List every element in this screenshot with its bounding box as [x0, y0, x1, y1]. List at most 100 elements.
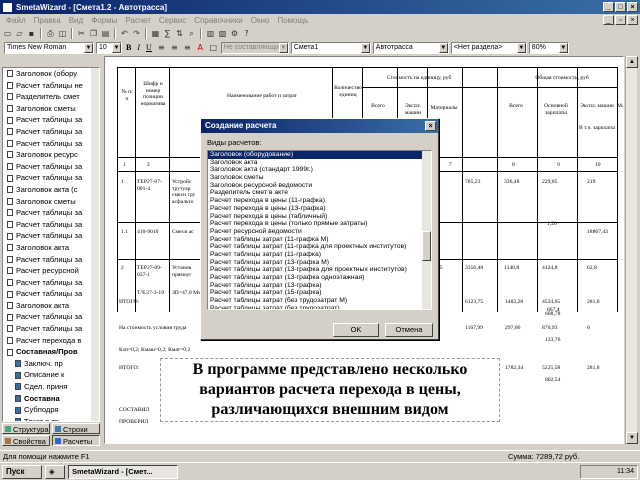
tree-item[interactable]: Разделитель смет — [3, 91, 99, 103]
calc-icon[interactable]: ∑ — [162, 28, 173, 39]
calc-type-item[interactable]: Расчет таблицы затрат (11-графка для про… — [208, 243, 431, 251]
paste-icon[interactable]: ▤ — [100, 28, 111, 39]
font-size-combo[interactable]: 10 ▼ — [96, 41, 122, 54]
minimize-button[interactable]: _ — [603, 2, 614, 12]
calc-type-item[interactable]: Расчет таблицы затрат (13-графка) — [208, 282, 431, 290]
menu-calc[interactable]: Расчет — [121, 16, 154, 25]
save-icon[interactable]: ▪ — [26, 28, 37, 39]
start-button[interactable]: Пуск — [2, 464, 42, 479]
quicklaunch-icon[interactable]: ◈ — [45, 464, 65, 479]
new-icon[interactable]: ▭ — [2, 28, 13, 39]
calc-type-item[interactable]: Заголовок ресурсной ведомости — [208, 182, 431, 190]
align-center-icon[interactable]: ≡ — [169, 42, 180, 53]
calc-type-item[interactable]: Расчет таблицы затрат (13-графка одноэта… — [208, 274, 431, 282]
find-icon[interactable]: ⌕ — [186, 28, 197, 39]
tab-properties[interactable]: Свойства — [2, 435, 50, 446]
dialog-close-button[interactable]: × — [425, 121, 436, 131]
menu-view[interactable]: Вид — [65, 16, 87, 25]
tree-item[interactable]: Расчет таблицы за — [3, 138, 99, 150]
menu-file[interactable]: Файл — [2, 16, 30, 25]
tree-item[interactable]: Заголовок сметы — [3, 196, 99, 208]
tree-item[interactable]: Текст в тр — [3, 416, 99, 421]
calc-type-item[interactable]: Расчет таблицы затрат (13-графка М) — [208, 259, 431, 267]
font-color-icon[interactable]: A — [195, 42, 206, 53]
preview-icon[interactable]: ◫ — [57, 28, 68, 39]
structure-tree[interactable]: Заголовок (обору Расчет таблицы не Раздели… — [2, 67, 100, 422]
tree-item[interactable]: Расчет таблицы за — [3, 277, 99, 289]
tree-item[interactable]: Расчет таблицы за — [3, 323, 99, 335]
scroll-up-icon[interactable]: ▲ — [626, 56, 638, 68]
tree-item[interactable]: Расчет таблицы за — [3, 219, 99, 231]
menu-forms[interactable]: Формы — [87, 16, 121, 25]
calc-type-item[interactable]: Расчет перехода в цены (только прямые за… — [208, 220, 431, 228]
font-combo[interactable]: Times New Roman ▼ — [4, 41, 94, 54]
calc-type-item[interactable]: Заголовок акта — [208, 159, 431, 167]
help-icon[interactable]: ? — [241, 28, 252, 39]
object-combo[interactable]: Автотрасса ▼ — [372, 41, 449, 54]
ok-button[interactable]: OK — [333, 323, 379, 337]
doc-restore-button[interactable]: ▫ — [615, 15, 626, 25]
undo-icon[interactable]: ↶ — [119, 28, 130, 39]
maximize-button[interactable]: □ — [615, 2, 626, 12]
vertical-scrollbar[interactable]: ▲ ▼ — [625, 56, 638, 444]
menu-edit[interactable]: Правка — [30, 16, 65, 25]
redo-icon[interactable]: ↷ — [131, 28, 142, 39]
menu-window[interactable]: Окно — [247, 16, 274, 25]
tree-item[interactable]: Заголовок акта (с — [3, 184, 99, 196]
menu-references[interactable]: Справочники — [190, 16, 246, 25]
calc-type-item[interactable]: Заголовок акта (стандарт 1999г.) — [208, 166, 431, 174]
border-icon[interactable]: □ — [208, 42, 219, 53]
tab-structure[interactable]: Структура — [2, 423, 50, 434]
sort-icon[interactable]: ⇅ — [174, 28, 185, 39]
tab-rows[interactable]: Строки — [52, 423, 100, 434]
scroll-down-icon[interactable]: ▼ — [626, 432, 638, 444]
open-icon[interactable]: ▱ — [14, 28, 25, 39]
tree-item[interactable]: Заголовок акта — [3, 242, 99, 254]
align-right-icon[interactable]: ≡ — [182, 42, 193, 53]
tools-icon[interactable]: ⚙ — [229, 28, 240, 39]
calc-type-item[interactable]: Расчет таблицы затрат (без трудозатрат) — [208, 305, 431, 309]
doc-combo[interactable]: Смета1 ▼ — [290, 41, 371, 54]
tree-item[interactable]: Расчет таблицы за — [3, 207, 99, 219]
print-icon[interactable]: ⎙ — [45, 28, 56, 39]
calc-type-item[interactable]: Расчет ресурсной ведомости — [208, 228, 431, 236]
tree-item[interactable]: Заключ. пр — [3, 358, 99, 370]
calc-types-list[interactable]: Заголовок (оборудование) Заголовок акта За… — [207, 150, 432, 310]
style-combo[interactable]: Не составляющие ▼ — [220, 41, 289, 54]
taskbar-app-button[interactable]: SmetaWizard - [Смет... — [68, 464, 178, 479]
tree-item[interactable]: Описание к — [3, 369, 99, 381]
close-button[interactable]: × — [627, 2, 638, 12]
calc-type-item[interactable]: Расчет таблицы затрат (15-графка) — [208, 289, 431, 297]
tree-item[interactable]: Расчет таблицы за — [3, 230, 99, 242]
tree-item[interactable]: Расчет таблицы не — [3, 80, 99, 92]
tree-item[interactable]: Расчет таблицы за — [3, 126, 99, 138]
italic-button[interactable]: I — [135, 43, 142, 52]
menu-service[interactable]: Сервис — [155, 16, 190, 25]
tree-item[interactable]: Заголовок акта — [3, 300, 99, 312]
doc-minimize-button[interactable]: _ — [603, 15, 614, 25]
tree-item[interactable]: Расчет таблицы за — [3, 172, 99, 184]
section-combo[interactable]: <Нет раздела> ▼ — [450, 41, 527, 54]
tree-item[interactable]: Расчет таблицы за — [3, 114, 99, 126]
grid-icon[interactable]: ▥ — [205, 28, 216, 39]
tree-item[interactable]: Расчет таблицы за — [3, 288, 99, 300]
tree-item[interactable]: Составная/Пров — [3, 346, 99, 358]
zoom-combo[interactable]: 80% ▼ — [528, 41, 569, 54]
tree-item[interactable]: Субподря — [3, 404, 99, 416]
tree-item[interactable]: Составна — [3, 393, 99, 405]
calc-type-item[interactable]: Заголовок сметы — [208, 174, 431, 182]
tree-item[interactable]: Расчет таблицы за — [3, 311, 99, 323]
calc-type-item[interactable]: Расчет таблицы затрат (11-графка) — [208, 251, 431, 259]
tree-item[interactable]: Расчет ресурсной — [3, 265, 99, 277]
calc-type-item[interactable]: Расчет таблицы затрат (без трудозатрат М… — [208, 297, 431, 305]
tree-item[interactable]: Сдел. приня — [3, 381, 99, 393]
tree-item[interactable]: Расчет таблицы за — [3, 254, 99, 266]
tree-item[interactable]: Заголовок ресурс — [3, 149, 99, 161]
calc-type-item[interactable]: Разделитель смет в акте — [208, 189, 431, 197]
tree-item[interactable]: Расчет таблицы за — [3, 161, 99, 173]
tree-scrollbar[interactable] — [91, 68, 99, 421]
calc-type-item[interactable]: Расчет таблицы затрат (13-графка для про… — [208, 266, 431, 274]
tab-calculations[interactable]: Расчеты — [52, 435, 100, 446]
calc-type-item[interactable]: Расчет перехода в цены (11-графка) — [208, 197, 431, 205]
underline-button[interactable]: U — [144, 43, 154, 52]
